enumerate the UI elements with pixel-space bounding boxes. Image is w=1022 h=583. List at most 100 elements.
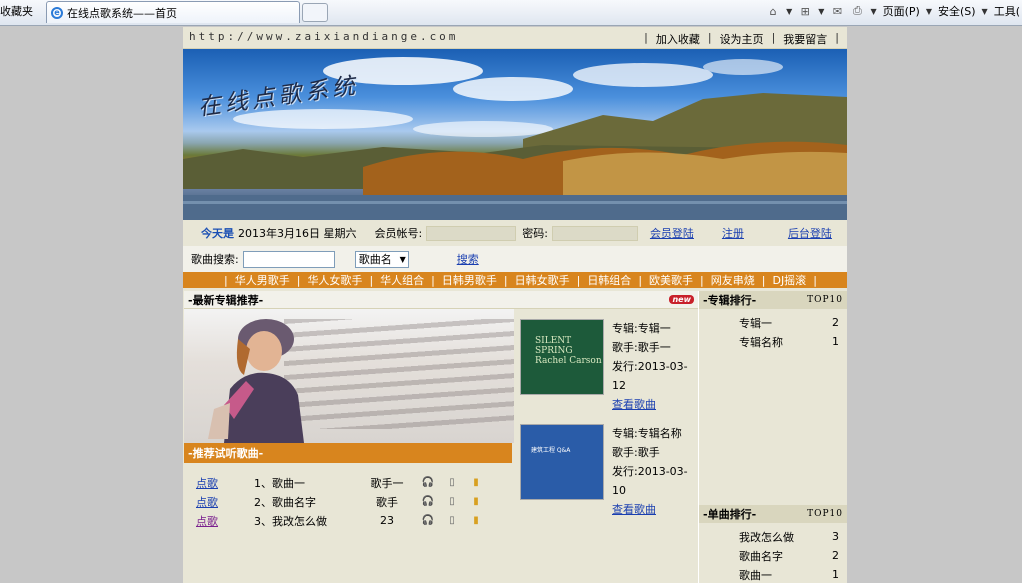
album-list: SILENT SPRING Rachel Carson 专辑:专辑一 歌手:歌手… [514, 309, 698, 583]
featured-photo [184, 309, 514, 443]
category-item[interactable]: 日韩女歌手 [515, 272, 570, 288]
search-button[interactable]: 搜索 [457, 251, 479, 267]
top10-badge: TOP10 [807, 509, 843, 519]
login-bar: 今天是 2013年3月16日 星期六 会员帐号: 密码: 会员登陆 注册 后台登… [183, 220, 847, 246]
mail-icon[interactable]: ✉ [830, 5, 844, 18]
menu-tools[interactable]: 工具( [994, 3, 1020, 19]
album-rank-title: -专辑排行- [703, 294, 757, 307]
song-row: 点歌 1、歌曲一 歌手一 🎧 ▯ ▮ [184, 473, 514, 492]
headphones-icon[interactable]: 🎧 [416, 515, 440, 526]
search-label: 歌曲搜索: [191, 253, 239, 266]
favorite-icon[interactable]: ▮ [464, 496, 488, 507]
favorites-button[interactable]: 收藏夹 [0, 3, 33, 19]
album-cover[interactable]: SILENT SPRING Rachel Carson [520, 319, 604, 395]
register-link[interactable]: 注册 [722, 225, 744, 241]
album-rank-list: 专辑一 2 专辑名称 1 [699, 309, 847, 505]
album-cover-text: 建筑工程 Q&A [531, 447, 571, 454]
song-singer: 歌手 [376, 495, 398, 509]
lyrics-icon[interactable]: ▯ [440, 515, 464, 526]
password-input[interactable] [551, 225, 638, 241]
new-albums-title: -最新专辑推荐- [188, 293, 264, 307]
request-song-link[interactable]: 点歌 [184, 494, 254, 510]
tab-title: 在线点歌系统——首页 [67, 6, 177, 20]
request-song-link[interactable]: 点歌 [184, 475, 254, 491]
feeds-icon[interactable]: ⊞ [798, 5, 812, 18]
album-rank-header: -专辑排行- TOP10 [699, 291, 847, 309]
guestbook-link[interactable]: 我要留言 [783, 31, 827, 47]
category-item[interactable]: 日韩组合 [587, 272, 631, 288]
category-nav: | 华人男歌手 | 华人女歌手 | 华人组合 | 日韩男歌手 | 日韩女歌手 | 日韩组合… [183, 272, 847, 288]
category-item[interactable]: 欧美歌手 [649, 272, 693, 288]
song-rank-title: -单曲排行- [703, 508, 757, 521]
request-song-link[interactable]: 点歌 [184, 513, 254, 529]
command-bar: ⌂ ▼ ⊞ ▼ ✉ ⎙ ▼ 页面(P) ▼ 安全(S) ▼ 工具( [766, 3, 1020, 19]
menu-page[interactable]: 页面(P) [883, 3, 920, 19]
category-item[interactable]: 华人男歌手 [235, 272, 290, 288]
new-badge: new [669, 295, 694, 304]
account-input[interactable] [426, 225, 517, 241]
album-release: 发行:2013-03-10 [612, 465, 688, 497]
chevron-down-icon[interactable]: ▼ [818, 7, 824, 16]
rank-item[interactable]: 歌曲一 1 [699, 565, 847, 583]
category-item[interactable]: 日韩男歌手 [442, 272, 497, 288]
album-name: 专辑:专辑一 [612, 322, 671, 335]
album-singer: 歌手:歌手 [612, 446, 660, 459]
password-label: 密码: [522, 227, 548, 240]
headphones-icon[interactable]: 🎧 [416, 477, 440, 488]
recommended-song-list: 点歌 1、歌曲一 歌手一 🎧 ▯ ▮ 点歌 2、歌曲名字 歌手 🎧 ▯ ▮ 点歌… [184, 463, 514, 583]
search-type-select[interactable]: 歌曲名 ▼ [354, 250, 409, 268]
site-topbar: http://www.zaixiandiange.com | 加入收藏 | 设为… [183, 27, 847, 49]
add-favorite-link[interactable]: 加入收藏 [656, 31, 700, 47]
chevron-down-icon[interactable]: ▼ [870, 7, 876, 16]
recommended-header: -推荐试听歌曲- [184, 443, 512, 463]
rank-item[interactable]: 我改怎么做 3 [699, 527, 847, 546]
recommended-title: -推荐试听歌曲- [188, 447, 264, 460]
chevron-down-icon: ▼ [399, 254, 406, 264]
site-page: http://www.zaixiandiange.com | 加入收藏 | 设为… [183, 27, 847, 583]
song-name: 2、歌曲名字 [254, 495, 316, 509]
admin-login-link[interactable]: 后台登陆 [788, 225, 832, 241]
category-item[interactable]: DJ摇滚 [772, 272, 806, 288]
category-item[interactable]: 网友串烧 [711, 272, 755, 288]
home-icon[interactable]: ⌂ [766, 5, 780, 18]
song-singer: 歌手一 [370, 476, 404, 490]
song-rank-list: 我改怎么做 3 歌曲名字 2 歌曲一 1 [699, 523, 847, 583]
lyrics-icon[interactable]: ▯ [440, 496, 464, 507]
album-release: 发行:2013-03-12 [612, 360, 688, 392]
headphones-icon[interactable]: 🎧 [416, 496, 440, 507]
song-row: 点歌 2、歌曲名字 歌手 🎧 ▯ ▮ [184, 492, 514, 511]
album-cover-text: SILENT SPRING Rachel Carson [535, 336, 602, 366]
ie-icon: e [51, 6, 63, 19]
lyrics-icon[interactable]: ▯ [440, 477, 464, 488]
new-tab-button[interactable] [302, 3, 328, 22]
search-input[interactable] [242, 250, 335, 268]
menu-safety[interactable]: 安全(S) [938, 3, 976, 19]
song-rank-header: -单曲排行- TOP10 [699, 505, 847, 523]
category-item[interactable]: 华人组合 [380, 272, 424, 288]
left-column: -最新专辑推荐- new -推荐试听歌曲- 点歌 1、歌曲一 歌手一 🎧 ▯ ▮… [184, 291, 698, 583]
album-info: 专辑:专辑名称 歌手:歌手 发行:2013-03-10 查看歌曲 [612, 424, 694, 519]
rankings-column: -专辑排行- TOP10 专辑一 2 专辑名称 1 -单曲排行- TOP10 我… [698, 291, 847, 583]
set-homepage-link[interactable]: 设为主页 [720, 31, 764, 47]
landscape-illustration [183, 57, 847, 220]
album-cover[interactable]: 建筑工程 Q&A [520, 424, 604, 500]
date-text: 2013年3月16日 星期六 [238, 227, 357, 240]
favorite-icon[interactable]: ▮ [464, 477, 488, 488]
rank-item[interactable]: 歌曲名字 2 [699, 546, 847, 565]
album-singer: 歌手:歌手一 [612, 341, 671, 354]
category-item[interactable]: 华人女歌手 [307, 272, 362, 288]
chevron-down-icon[interactable]: ▼ [786, 7, 792, 16]
browser-toolbar: 收藏夹 e 在线点歌系统——首页 ⌂ ▼ ⊞ ▼ ✉ ⎙ ▼ 页面(P) ▼ 安全(S)… [0, 0, 1022, 26]
rank-item[interactable]: 专辑一 2 [699, 313, 847, 332]
album-card: 建筑工程 Q&A 专辑:专辑名称 歌手:歌手 发行:2013-03-10 查看歌… [514, 414, 698, 519]
favorite-icon[interactable]: ▮ [464, 515, 488, 526]
member-login-link[interactable]: 会员登陆 [650, 225, 694, 241]
site-url: http://www.zaixiandiange.com [189, 30, 459, 43]
browser-tab[interactable]: e 在线点歌系统——首页 [46, 1, 300, 23]
album-card: SILENT SPRING Rachel Carson 专辑:专辑一 歌手:歌手… [514, 309, 698, 414]
print-icon[interactable]: ⎙ [850, 4, 864, 18]
search-bar: 歌曲搜索: 歌曲名 ▼ 搜索 [183, 246, 847, 272]
rank-item[interactable]: 专辑名称 1 [699, 332, 847, 351]
view-songs-link[interactable]: 查看歌曲 [612, 503, 656, 516]
view-songs-link[interactable]: 查看歌曲 [612, 398, 656, 411]
